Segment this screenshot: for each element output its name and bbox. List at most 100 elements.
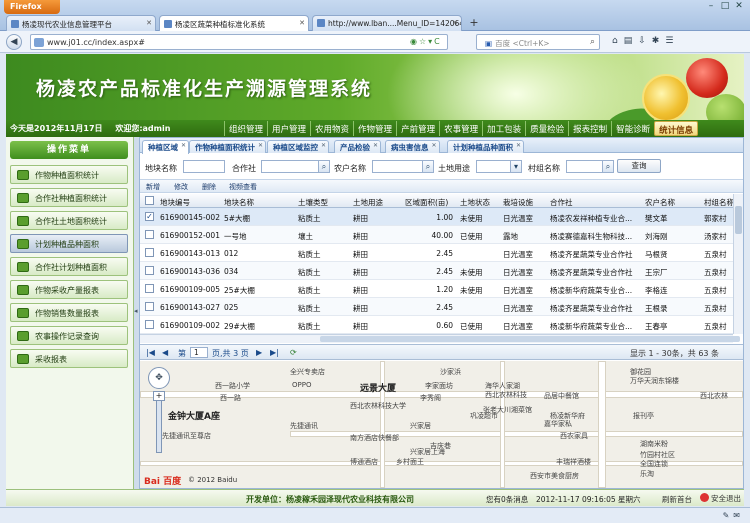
col-land-status[interactable]: 土地状态: [460, 197, 490, 208]
edit-button[interactable]: 修改: [174, 182, 188, 192]
page-number-input[interactable]: 1: [190, 347, 208, 358]
scroll-thumb[interactable]: [735, 206, 742, 234]
map-zoom-slider[interactable]: [156, 393, 162, 453]
video-view-button[interactable]: 视频查看: [229, 182, 257, 192]
row-checkbox[interactable]: [145, 230, 154, 239]
menu-org[interactable]: 组织管理: [224, 121, 267, 136]
grid-vertical-scrollbar[interactable]: [733, 194, 743, 334]
tab-pest-info[interactable]: 病虫害信息 ✕: [385, 140, 440, 153]
prev-page-icon[interactable]: ◀: [162, 348, 168, 357]
tab-crop-area-stats[interactable]: 作物种植面积统计 ✕: [189, 140, 266, 153]
table-row[interactable]: 616900143-036 034 粘质土 耕田 2.45 未使用 日光温室 杨凌齐星蔬菜专业…: [140, 262, 733, 280]
menu-users[interactable]: 用户管理: [267, 121, 310, 136]
tab-product-inspection[interactable]: 产品检验 ✕: [334, 140, 381, 153]
select-all-checkbox[interactable]: [145, 196, 154, 205]
search-input[interactable]: ▣ 百度 <Ctrl+K> ⌕: [476, 34, 600, 50]
address-bar[interactable]: www.j01.cc/index.aspx#: [30, 34, 448, 50]
firefox-menu-button[interactable]: Firefox: [4, 0, 60, 14]
left-item-plan-variety[interactable]: 计划种植品种面积: [10, 234, 128, 253]
menu-farming[interactable]: 农事管理: [439, 121, 482, 136]
close-tab-icon[interactable]: ✕: [373, 142, 378, 149]
scroll-thumb[interactable]: [320, 336, 740, 342]
add-button[interactable]: 新增: [146, 182, 160, 192]
farmer-input[interactable]: [372, 160, 428, 173]
browser-tab-3[interactable]: http://www.lban....Menu_ID=142064 ✕: [312, 15, 462, 31]
col-land-use[interactable]: 土地用途: [353, 197, 383, 208]
zoom-in-icon[interactable]: +: [153, 391, 165, 401]
grid-horizontal-scrollbar[interactable]: [140, 334, 740, 343]
search-icon[interactable]: ⌕: [590, 37, 595, 47]
table-row[interactable]: 616900143-027 025 粘质土 耕田 2.45 日光温室 杨凌齐星蔬菜专业合作社…: [140, 298, 733, 316]
village-search-icon[interactable]: ⌕: [602, 160, 614, 173]
coop-select[interactable]: [261, 160, 325, 173]
close-tab-icon[interactable]: ✕: [321, 142, 326, 149]
message-count[interactable]: 您有0条消息: [486, 494, 528, 505]
first-page-icon[interactable]: |◀: [146, 348, 155, 357]
left-item-harvest-report[interactable]: 采收报表: [10, 349, 128, 368]
browser-tab-2[interactable]: 杨凌区蔬菜种植标准化系统 ✕: [159, 15, 309, 32]
close-tab-icon[interactable]: ✕: [181, 142, 186, 149]
collapse-arrow-icon[interactable]: ◂: [134, 307, 138, 315]
row-checkbox[interactable]: [145, 320, 154, 329]
close-tab-icon[interactable]: ✕: [146, 19, 152, 27]
search-engine-icon[interactable]: ▣: [485, 39, 492, 48]
left-item-crop-area[interactable]: 作物种植面积统计: [10, 165, 128, 184]
minimize-icon[interactable]: –: [704, 1, 718, 11]
menu-processing[interactable]: 加工包装: [482, 121, 525, 136]
refresh-icon[interactable]: ⟳: [290, 348, 297, 357]
base-name-input[interactable]: [183, 160, 225, 173]
left-item-coop-land[interactable]: 合作社土地面积统计: [10, 211, 128, 230]
close-tab-icon[interactable]: ✕: [452, 19, 458, 27]
last-page-icon[interactable]: ▶|: [270, 348, 279, 357]
row-checkbox[interactable]: [145, 248, 154, 257]
row-checkbox[interactable]: [145, 266, 154, 275]
tab-area-monitor[interactable]: 种植区域监控 ✕: [267, 140, 329, 153]
row-checkbox[interactable]: [145, 284, 154, 293]
refresh-home-link[interactable]: 刷新首台: [662, 494, 692, 505]
left-item-sales[interactable]: 作物销售数量报表: [10, 303, 128, 322]
left-item-harvest-yield[interactable]: 作物采收产量报表: [10, 280, 128, 299]
col-area[interactable]: 区域面积(亩): [405, 197, 448, 208]
back-button[interactable]: ◀: [6, 34, 22, 50]
menu-icon[interactable]: ☰: [665, 36, 679, 46]
query-button[interactable]: 查询: [617, 159, 661, 173]
maximize-icon[interactable]: □: [718, 1, 732, 11]
left-item-coop-area[interactable]: 合作社种植面积统计: [10, 188, 128, 207]
menu-supplies[interactable]: 农用物资: [310, 121, 353, 136]
col-plot-id[interactable]: 地块编号: [160, 197, 190, 208]
menu-preproduction[interactable]: 产前管理: [396, 121, 439, 136]
table-row[interactable]: ✓ 616900145-002 5#大棚 粘质土 耕田 1.00 未使用 日光温室 杨凌农发祥种…: [140, 208, 733, 226]
col-coop[interactable]: 合作社: [550, 197, 573, 208]
row-checkbox[interactable]: [145, 302, 154, 311]
download-icon[interactable]: ⇩: [638, 36, 652, 46]
table-row[interactable]: 616900109-002 29#大棚 粘质土 耕田 0.60 已使用 日光温室 杨凌新华府蔬…: [140, 316, 733, 334]
close-window-icon[interactable]: ✕: [732, 1, 746, 11]
menu-statistics[interactable]: 统计信息: [654, 121, 699, 136]
menu-quality[interactable]: 质量检验: [525, 121, 568, 136]
col-village[interactable]: 村组名称: [704, 197, 733, 208]
table-row[interactable]: 616900109-005 25#大棚 粘质土 耕田 1.20 未使用 日光温室 杨凌新华府蔬…: [140, 280, 733, 298]
map-pan-control[interactable]: ✥: [148, 367, 170, 389]
col-soil-type[interactable]: 土壤类型: [298, 197, 328, 208]
addon-icon[interactable]: ✱: [652, 36, 666, 46]
address-bar-actions[interactable]: ◉☆▾C: [410, 37, 442, 46]
browser-tab-1[interactable]: 杨凌现代农业信息管理平台 ✕: [6, 15, 156, 31]
menu-diagnosis[interactable]: 智能诊断: [611, 121, 654, 136]
next-page-icon[interactable]: ▶: [256, 348, 262, 357]
close-tab-icon[interactable]: ✕: [431, 142, 436, 149]
map-view[interactable]: ✥ + 西一路小学 OPPO 远景大厦 西一路 金钟大厦A座 西北农林科技大学 …: [140, 361, 743, 488]
delete-button[interactable]: 删除: [202, 182, 216, 192]
farmer-search-icon[interactable]: ⌕: [422, 160, 434, 173]
left-item-coop-plan[interactable]: 合作社计划种植面积: [10, 257, 128, 276]
table-row[interactable]: 616900143-013 012 粘质土 耕田 2.45 日光温室 杨凌齐星蔬菜专业合作社…: [140, 244, 733, 262]
bookmarks-icon[interactable]: ▤: [624, 36, 639, 46]
tab-plant-area[interactable]: 种植区域 ✕: [142, 140, 189, 154]
close-tab-icon[interactable]: ✕: [258, 142, 263, 149]
menu-reports[interactable]: 报表控制: [568, 121, 611, 136]
logout-button[interactable]: 安全退出: [700, 493, 741, 504]
coop-search-icon[interactable]: ⌕: [318, 160, 330, 173]
table-row[interactable]: 616900152-001 一号地 壤土 耕田 40.00 已使用 露地 杨凌赛德嘉科生物科技…: [140, 226, 733, 244]
left-item-farming-log[interactable]: 农事操作记录查询: [10, 326, 128, 345]
tab-plan-variety[interactable]: 计划种植品种面积 ✕: [447, 140, 524, 153]
close-tab-icon[interactable]: ✕: [516, 142, 521, 149]
